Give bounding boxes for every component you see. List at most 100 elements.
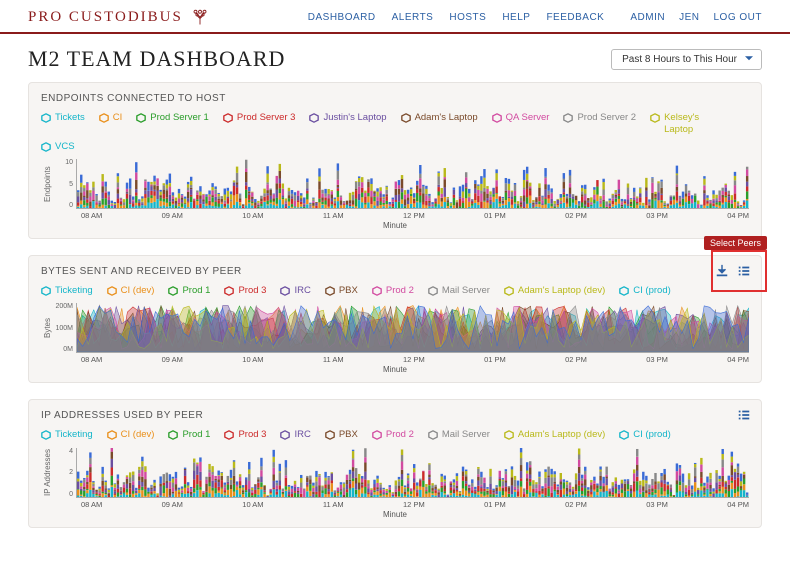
x-tick: 11 AM <box>323 211 344 220</box>
legend-item[interactable]: CI <box>99 112 123 137</box>
legend-item[interactable]: Adam's Laptop <box>401 112 478 137</box>
nav-user[interactable]: JEN <box>679 12 699 23</box>
hexagon-icon <box>401 113 411 123</box>
hexagon-icon <box>224 286 234 296</box>
x-tick: 09 AM <box>162 500 183 509</box>
main-nav: DASHBOARD ALERTS HOSTS HELP FEEDBACK ADM… <box>308 12 762 23</box>
legend-label: Prod Server 3 <box>237 112 296 124</box>
nav-alerts[interactable]: ALERTS <box>392 12 434 23</box>
legend-item[interactable]: PBX <box>325 429 358 441</box>
nav-admin[interactable]: ADMIN <box>630 12 665 23</box>
y-ticks: 420 <box>54 448 76 498</box>
legend-item[interactable]: Prod Server 2 <box>563 112 636 137</box>
legend-item[interactable]: Justin's Laptop <box>309 112 386 137</box>
y-tick: 100M <box>54 325 73 332</box>
legend-item[interactable]: Mail Server <box>428 429 490 441</box>
legend-label: Adam's Laptop <box>415 112 478 124</box>
panel-icons <box>737 408 751 422</box>
legend-item[interactable]: Ticketing <box>41 285 93 297</box>
panel-title: ENDPOINTS CONNECTED TO HOST <box>41 93 749 104</box>
x-tick: 10 AM <box>242 211 263 220</box>
title-bar: M2 TEAM DASHBOARD Past 8 Hours to This H… <box>28 46 762 72</box>
legend-item[interactable]: CI (dev) <box>107 285 155 297</box>
hexagon-icon <box>107 430 117 440</box>
x-tick: 08 AM <box>81 355 102 364</box>
legend-label: Prod Server 2 <box>577 112 636 124</box>
nav-help[interactable]: HELP <box>502 12 530 23</box>
legend-label: CI (dev) <box>121 429 155 441</box>
y-ticks: 1050 <box>54 159 76 209</box>
legend-label: Kelsey's Laptop <box>664 112 730 137</box>
nav-logout[interactable]: LOG OUT <box>713 12 762 23</box>
download-icon[interactable] <box>715 264 729 278</box>
time-range-select[interactable]: Past 8 Hours to This Hour <box>611 49 762 70</box>
list-icon[interactable] <box>737 408 751 422</box>
y-tick: 2 <box>54 469 73 476</box>
panel-title: IP ADDRESSES USED BY PEER <box>41 410 749 421</box>
legend-item[interactable]: Prod 1 <box>168 285 210 297</box>
x-tick: 02 PM <box>565 500 587 509</box>
list-icon[interactable] <box>737 264 751 278</box>
x-axis-label: Minute <box>41 510 749 519</box>
hexagon-icon <box>372 430 382 440</box>
legend-item[interactable]: Prod Server 1 <box>136 112 209 137</box>
legend-item[interactable]: Prod Server 3 <box>223 112 296 137</box>
hexagon-icon <box>280 430 290 440</box>
legend-item[interactable]: Ticketing <box>41 429 93 441</box>
legend-item[interactable]: PBX <box>325 285 358 297</box>
nav-dashboard[interactable]: DASHBOARD <box>308 12 376 23</box>
plot-area[interactable] <box>76 448 749 498</box>
y-tick: 4 <box>54 448 73 455</box>
x-tick: 09 AM <box>162 355 183 364</box>
legend-label: Prod 2 <box>386 429 414 441</box>
hexagon-icon <box>504 286 514 296</box>
x-tick: 03 PM <box>646 211 668 220</box>
legend-item[interactable]: IRC <box>280 285 310 297</box>
callout-label: Select Peers <box>704 236 767 250</box>
legend-label: Mail Server <box>442 285 490 297</box>
hexagon-icon <box>41 430 51 440</box>
legend-label: Mail Server <box>442 429 490 441</box>
legend-item[interactable]: VCS <box>41 141 75 153</box>
plot-area[interactable] <box>76 159 749 209</box>
legend-label: PBX <box>339 285 358 297</box>
legend-item[interactable]: Prod 2 <box>372 429 414 441</box>
x-tick: 01 PM <box>484 355 506 364</box>
legend-item[interactable]: Mail Server <box>428 285 490 297</box>
x-tick: 08 AM <box>81 500 102 509</box>
legend-item[interactable]: CI (dev) <box>107 429 155 441</box>
legend-item[interactable]: Adam's Laptop (dev) <box>504 285 605 297</box>
nav-feedback[interactable]: FEEDBACK <box>546 12 604 23</box>
x-tick: 11 AM <box>323 500 344 509</box>
legend-item[interactable]: Kelsey's Laptop <box>650 112 730 137</box>
legend-item[interactable]: Prod 1 <box>168 429 210 441</box>
legend-item[interactable]: IRC <box>280 429 310 441</box>
brand[interactable]: PRO CUSTODIBUS <box>28 8 209 26</box>
hexagon-icon <box>41 142 51 152</box>
y-axis-label: Bytes <box>41 303 54 353</box>
x-tick: 08 AM <box>81 211 102 220</box>
hexagon-icon <box>619 286 629 296</box>
legend-item[interactable]: QA Server <box>492 112 550 137</box>
x-axis-label: Minute <box>41 365 749 374</box>
plot-area[interactable] <box>76 303 749 353</box>
nav-hosts[interactable]: HOSTS <box>449 12 486 23</box>
legend-item[interactable]: CI (prod) <box>619 429 670 441</box>
x-tick: 01 PM <box>484 500 506 509</box>
legend-item[interactable]: Adam's Laptop (dev) <box>504 429 605 441</box>
legend-label: Tickets <box>55 112 85 124</box>
x-tick: 03 PM <box>646 355 668 364</box>
legend-item[interactable]: Prod 3 <box>224 285 266 297</box>
legend-item[interactable]: Prod 2 <box>372 285 414 297</box>
x-axis-label: Minute <box>41 221 749 230</box>
legend-item[interactable]: CI (prod) <box>619 285 670 297</box>
legend-label: Justin's Laptop <box>323 112 386 124</box>
time-range-label: Past 8 Hours to This Hour <box>622 54 737 65</box>
topbar: PRO CUSTODIBUS DASHBOARD ALERTS HOSTS HE… <box>0 0 790 34</box>
legend-item[interactable]: Tickets <box>41 112 85 137</box>
legend-item[interactable]: Prod 3 <box>224 429 266 441</box>
hexagon-icon <box>168 286 178 296</box>
panel-bytes: Select Peers BYTES SENT AND RECEIVED BY … <box>28 255 762 383</box>
hexagon-icon <box>428 286 438 296</box>
legend: Ticketing CI (dev) Prod 1 Prod 3 IRC PBX… <box>41 429 749 441</box>
